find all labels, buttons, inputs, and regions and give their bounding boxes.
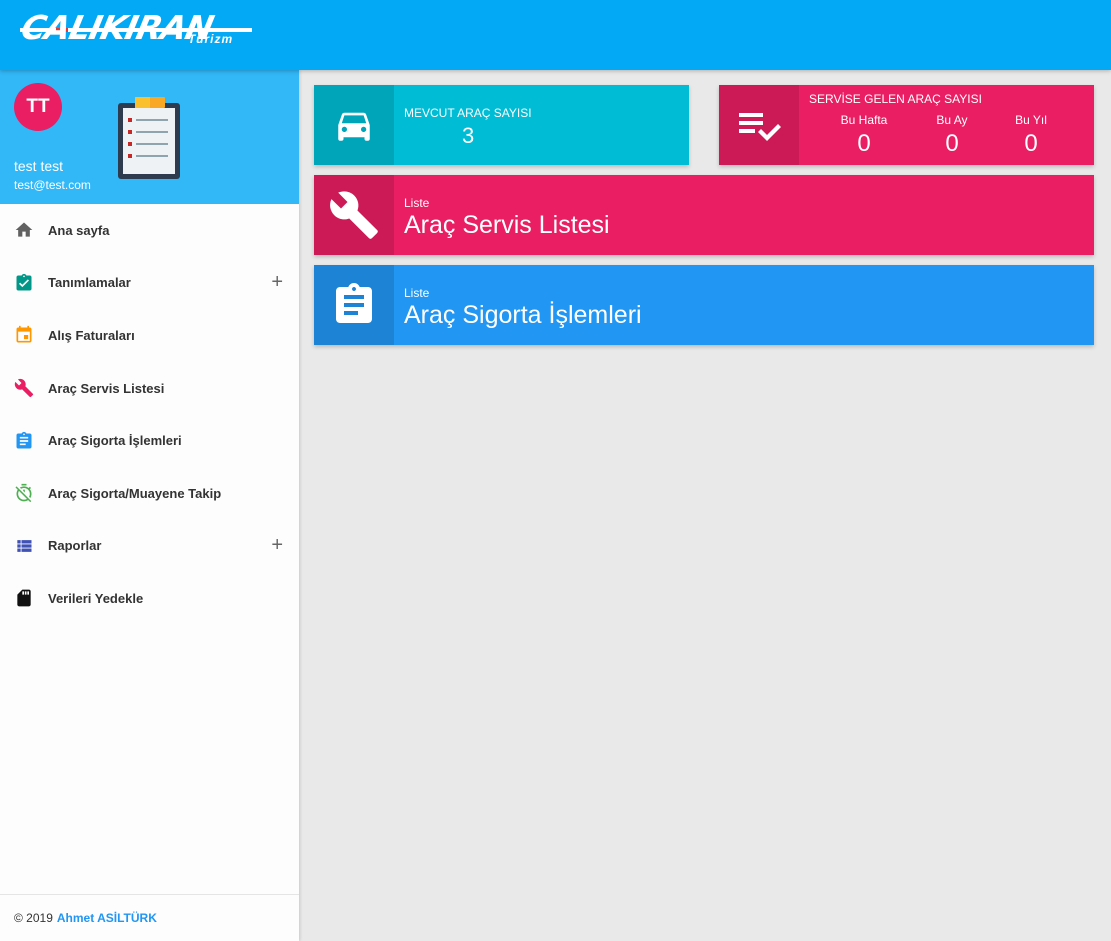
card-title: MEVCUT ARAÇ SAYISI	[404, 106, 532, 120]
menu-item-arac-sigorta-islemleri[interactable]: Araç Sigorta İşlemleri	[0, 414, 299, 467]
brand-sub: Turizm	[188, 32, 234, 46]
card-title: Araç Sigorta İşlemleri	[404, 301, 642, 329]
calendar-icon	[14, 325, 34, 345]
sidebar: TT test test test@test.com Ana sayfa Tan…	[0, 70, 299, 941]
menu-label: Tanımlamalar	[48, 275, 131, 291]
period-this-month: Bu Ay 0	[912, 113, 992, 158]
playlist-check-icon	[719, 85, 799, 165]
wrench-icon	[14, 378, 34, 398]
brand-name: CALIKIRAN	[17, 8, 217, 47]
menu-item-verileri-yedekle[interactable]: Verileri Yedekle	[0, 572, 299, 625]
user-name[interactable]: test test	[14, 158, 63, 174]
period-label: Bu Yıl	[1015, 113, 1047, 127]
assignment-icon	[14, 431, 34, 451]
wrench-icon	[314, 175, 394, 255]
menu-label: Araç Servis Listesi	[48, 380, 165, 396]
menu-item-ana-sayfa[interactable]: Ana sayfa	[0, 204, 299, 257]
menu-label: Araç Sigorta/Muayene Takip	[48, 485, 222, 501]
menu-item-alis-faturalari[interactable]: Alış Faturaları	[0, 309, 299, 362]
vehicle-count-value: 3	[462, 123, 475, 148]
expand-plus-icon[interactable]: +	[271, 271, 283, 294]
insurance-list-card[interactable]: Liste Araç Sigorta İşlemleri	[314, 265, 1094, 345]
period-value: 0	[857, 130, 871, 157]
menu-label: Raporlar	[48, 538, 102, 554]
menu-item-raporlar[interactable]: Raporlar +	[0, 520, 299, 573]
period-label: Bu Hafta	[840, 113, 888, 127]
menu-item-arac-servis-listesi[interactable]: Araç Servis Listesi	[0, 362, 299, 415]
period-label: Bu Ay	[936, 113, 968, 127]
avatar[interactable]: TT	[14, 83, 62, 131]
menu-item-tanimlamalar[interactable]: Tanımlamalar +	[0, 257, 299, 310]
card-title: SERVİSE GELEN ARAÇ SAYISI	[809, 92, 982, 106]
menu-label: Alış Faturaları	[48, 327, 135, 343]
main-menu: Ana sayfa Tanımlamalar + Alış Faturaları…	[0, 204, 299, 625]
user-email: test@test.com	[14, 178, 91, 192]
menu-label: Ana sayfa	[48, 222, 110, 238]
assignment-icon	[314, 265, 394, 345]
list-icon	[14, 536, 34, 556]
card-subtitle: Liste	[404, 286, 430, 300]
period-value: 0	[1024, 130, 1038, 157]
period-this-week: Bu Hafta 0	[824, 113, 904, 158]
menu-label: Araç Sigorta İşlemleri	[48, 433, 182, 449]
vehicle-count-card[interactable]: MEVCUT ARAÇ SAYISI 3	[314, 85, 689, 165]
expand-plus-icon[interactable]: +	[271, 534, 283, 557]
assignment-check-icon	[14, 273, 34, 293]
brand-logo[interactable]: CALIKIRAN Turizm	[17, 8, 255, 50]
menu-item-sigorta-muayene-takip[interactable]: Araç Sigorta/Muayene Takip	[0, 467, 299, 520]
service-count-card[interactable]: SERVİSE GELEN ARAÇ SAYISI Bu Hafta 0 Bu …	[719, 85, 1094, 165]
copyright-text: © 2019	[14, 911, 53, 925]
sd-card-icon	[14, 588, 34, 608]
menu-label: Verileri Yedekle	[48, 590, 144, 606]
top-bar: CALIKIRAN Turizm	[0, 0, 1111, 70]
home-icon	[14, 220, 34, 240]
timer-off-icon	[14, 483, 34, 503]
period-value: 0	[945, 130, 959, 157]
card-subtitle: Liste	[404, 196, 430, 210]
sidebar-footer: © 2019 Ahmet ASİLTÜRK	[0, 894, 299, 941]
card-title: Araç Servis Listesi	[404, 211, 610, 239]
service-list-card[interactable]: Liste Araç Servis Listesi	[314, 175, 1094, 255]
car-icon	[314, 85, 394, 165]
user-info: TT test test test@test.com	[0, 70, 299, 204]
clipboard-illustration-icon	[118, 97, 180, 179]
author-link[interactable]: Ahmet ASİLTÜRK	[57, 911, 157, 925]
period-this-year: Bu Yıl 0	[991, 113, 1071, 158]
